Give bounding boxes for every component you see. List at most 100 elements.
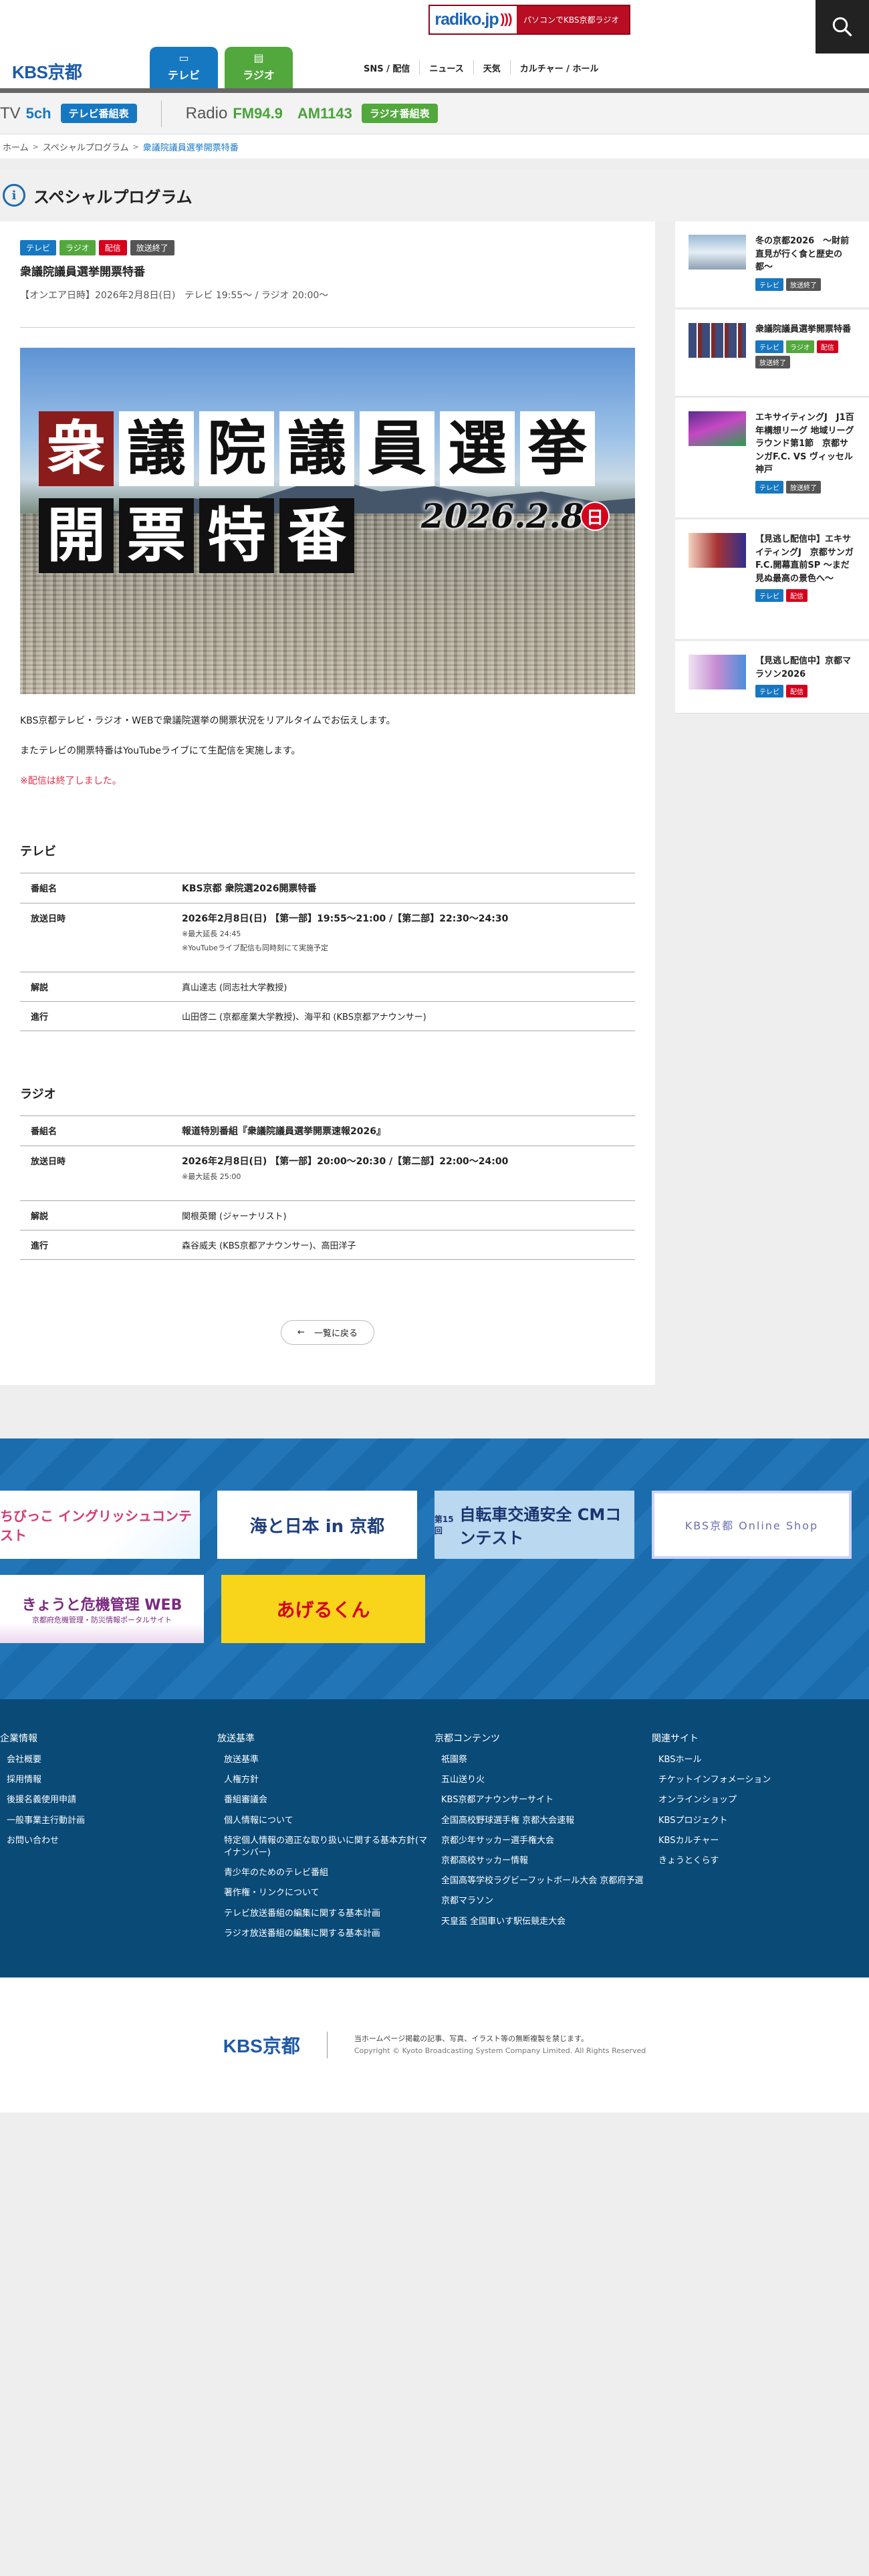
table-key: 解説 [20, 1200, 171, 1230]
footer-link[interactable]: KBSカルチャー [658, 1836, 719, 1846]
card-thumbnail [689, 235, 746, 270]
sidebar-card[interactable]: 冬の京都2026 〜財前直見が行く食と歴史の都〜 テレビ 放送終了 [675, 221, 869, 308]
sidebar-card[interactable]: 衆議院議員選挙開票特番 テレビ ラジオ 配信 放送終了 [675, 310, 869, 397]
hero-char: 特 [199, 498, 274, 573]
footer-col-title: 京都コンテンツ [434, 1733, 500, 1744]
table-value: 山田啓二 (京都産業大学教授)、海平和 (KBS京都アナウンサー) [171, 1001, 635, 1031]
footer-link[interactable]: チケットインフォメーション [658, 1775, 771, 1785]
footer-link[interactable]: KBSプロジェクト [658, 1816, 727, 1826]
nav-weather[interactable]: 天気 [473, 60, 510, 75]
online-shop-banner[interactable]: KBS京都 Online Shop [651, 1491, 852, 1559]
footer-link[interactable]: 青少年のためのテレビ番組 [224, 1868, 328, 1878]
table-key: 番組名 [20, 873, 171, 903]
card-title: 【見逃し配信中】エキサイティングJ 京都サンガF.C.開幕直前SP 〜まだ見ぬ最… [755, 534, 854, 584]
footer-link[interactable]: KBS京都アナウンサーサイト [441, 1795, 553, 1805]
breadcrumb-current: 衆議院議員選挙開票特番 [142, 142, 239, 153]
footer-link[interactable]: 全国高校野球選手権 京都大会速報 [441, 1816, 574, 1826]
hero-char: 衆 [39, 411, 114, 486]
tab-tv[interactable]: ▭ テレビ [150, 47, 218, 88]
footer-link[interactable]: ラジオ放送番組の編集に関する基本計画 [224, 1929, 380, 1939]
footer-notice: 当ホームページ掲載の記事、写真、イラスト等の無断複製を禁じます。 Copyrig… [328, 2033, 646, 2056]
footer-link[interactable]: 京都少年サッカー選手権大会 [441, 1836, 554, 1846]
tv-info-table: 番組名 KBS京都 衆院選2026開票特番 放送日時 2026年2月8日(日) … [20, 873, 635, 1031]
onair-date: 【オンエア日時】2026年2月8日(日) テレビ 19:55〜 / ラジオ 20… [20, 288, 635, 328]
footer-link[interactable]: 人権方針 [224, 1775, 259, 1785]
tv-schedule-button[interactable]: テレビ番組表 [60, 104, 137, 123]
table-key: 放送日時 [20, 1146, 171, 1201]
copyright-text: Copyright © Kyoto Broadcasting System Co… [354, 2046, 646, 2055]
crisis-management-banner[interactable]: きょうと危機管理 WEB 京都府危機管理・防災情報ポータルサイト [0, 1575, 204, 1643]
bicycle-safety-banner[interactable]: 第15回 自転車交通安全 CMコンテスト [434, 1491, 634, 1559]
radio-schedule-button[interactable]: ラジオ番組表 [361, 104, 438, 123]
footer-link[interactable]: 特定個人情報の適正な取り扱いに関する基本方針(マイナンバー) [224, 1836, 427, 1858]
english-contest-banner[interactable]: ちびっこ イングリッシュコンテスト [0, 1491, 200, 1559]
banner-area: ちびっこ イングリッシュコンテスト 海と日本 in 京都 第15回 自転車交通安… [0, 1438, 869, 1699]
kiki-title: きょうと危機管理 WEB [21, 1597, 182, 1614]
search-button[interactable] [816, 0, 869, 53]
footer-link[interactable]: オンラインショップ [658, 1795, 737, 1805]
table-key: 進行 [20, 1230, 171, 1260]
sidebar-card[interactable]: エキサイティングJ J1百年構想リーグ 地域リーグラウンド第1節 京都サンガF.… [675, 398, 869, 518]
footer-link[interactable]: 放送基準 [224, 1755, 259, 1765]
nav-sns[interactable]: SNS / 配信 [354, 60, 419, 75]
radiko-banner[interactable]: radiko.jp))) パソコンでKBS京都ラジオ [428, 5, 630, 35]
back-to-list-button[interactable]: ← 一覧に戻る [281, 1320, 374, 1345]
footer-link[interactable]: 会社概要 [7, 1755, 41, 1765]
fm-frequency: FM94.9 [233, 104, 283, 122]
footer-link[interactable]: 番組審議会 [224, 1795, 267, 1805]
sidebar-card[interactable]: 【見逃し配信中】京都マラソン2026 テレビ 配信 [675, 641, 869, 714]
table-value: 報道特別番組『衆議院議員選挙開票速報2026』 [171, 1115, 635, 1146]
hero-char: 開 [39, 498, 114, 573]
radio-icon: ▤ [253, 51, 264, 64]
table-row: 解説 真山達志 (同志社大学教授) [20, 972, 635, 1002]
footer-link[interactable]: きょうとくらす [658, 1856, 719, 1866]
nav-culture[interactable]: カルチャー / ホール [509, 60, 608, 75]
footer-bottom: KBS京都 当ホームページ掲載の記事、写真、イラスト等の無断複製を禁じます。 C… [0, 1977, 869, 2113]
banner-row: ちびっこ イングリッシュコンテスト 海と日本 in 京都 第15回 自転車交通安… [0, 1491, 869, 1559]
breadcrumb-special[interactable]: スペシャルプログラム [43, 140, 129, 153]
hero-char: 挙 [520, 411, 595, 486]
footer-link[interactable]: 祇園祭 [441, 1755, 467, 1765]
footer-link[interactable]: 京都マラソン [441, 1896, 493, 1906]
tag-ended: 放送終了 [786, 480, 821, 494]
footer-link[interactable]: 天皇盃 全国車いす駅伝競走大会 [441, 1917, 566, 1927]
footer-link[interactable]: 個人情報について [224, 1816, 293, 1826]
tab-radio[interactable]: ▤ ラジオ [225, 47, 293, 88]
footer-link[interactable]: お問い合わせ [7, 1836, 59, 1846]
tag-ended: 放送終了 [130, 240, 174, 255]
table-value: KBS京都 衆院選2026開票特番 [171, 873, 635, 903]
stream-ended-notice: ※配信は終了しました。 [20, 776, 122, 786]
radio-wave-icon: ))) [500, 12, 513, 27]
card-title: 冬の京都2026 〜財前直見が行く食と歴史の都〜 [755, 236, 850, 272]
nav-news[interactable]: ニュース [419, 60, 473, 75]
table-value: 森谷威夫 (KBS京都アナウンサー)、高田洋子 [171, 1230, 635, 1260]
footer-link[interactable]: テレビ放送番組の編集に関する基本計画 [224, 1909, 380, 1919]
footer-link[interactable]: 五山送り火 [441, 1775, 485, 1785]
footer-col-title: 放送基準 [217, 1733, 255, 1744]
radio-info-table: 番組名 報道特別番組『衆議院議員選挙開票速報2026』 放送日時 2026年2月… [20, 1115, 635, 1260]
footer-logo[interactable]: KBS京都 [223, 2031, 328, 2058]
footer-link[interactable]: KBSホール [658, 1755, 701, 1765]
table-row: 番組名 KBS京都 衆院選2026開票特番 [20, 873, 635, 903]
table-row: 解説 関根英爾 (ジャーナリスト) [20, 1200, 635, 1230]
footer-link[interactable]: 著作権・リンクについて [224, 1888, 320, 1898]
footer-col-title: 企業情報 [0, 1733, 37, 1744]
umi-to-nippon-banner[interactable]: 海と日本 in 京都 [217, 1491, 417, 1559]
footer-link[interactable]: 一般事業主行動計画 [7, 1816, 85, 1826]
card-thumbnail [689, 411, 746, 446]
ageru-kun-banner[interactable]: あげるくん [221, 1575, 425, 1643]
card-tags: テレビ 配信 [755, 589, 856, 602]
footer-link[interactable]: 採用情報 [7, 1775, 41, 1785]
card-thumbnail [689, 655, 746, 689]
breadcrumb-home[interactable]: ホーム [3, 140, 29, 153]
footer-link[interactable]: 後援名義使用申請 [7, 1795, 76, 1805]
tag-radio: ラジオ [59, 240, 96, 255]
sidebar-card[interactable]: 【見逃し配信中】エキサイティングJ 京都サンガF.C.開幕直前SP 〜まだ見ぬ最… [675, 520, 869, 640]
card-thumbnail [689, 533, 746, 568]
table-note: ※最大延長 24:45 [182, 930, 241, 938]
program-description: KBS京都テレビ・ラジオ・WEBで衆議院選挙の開票状況をリアルタイムでお伝えしま… [20, 714, 635, 788]
site-logo[interactable]: KBS京都 [12, 59, 82, 84]
footer-link[interactable]: 京都高校サッカー情報 [441, 1856, 528, 1866]
tag-ended: 放送終了 [755, 355, 790, 368]
footer-link[interactable]: 全国高等学校ラグビーフットボール大会 京都府予選 [441, 1876, 643, 1886]
